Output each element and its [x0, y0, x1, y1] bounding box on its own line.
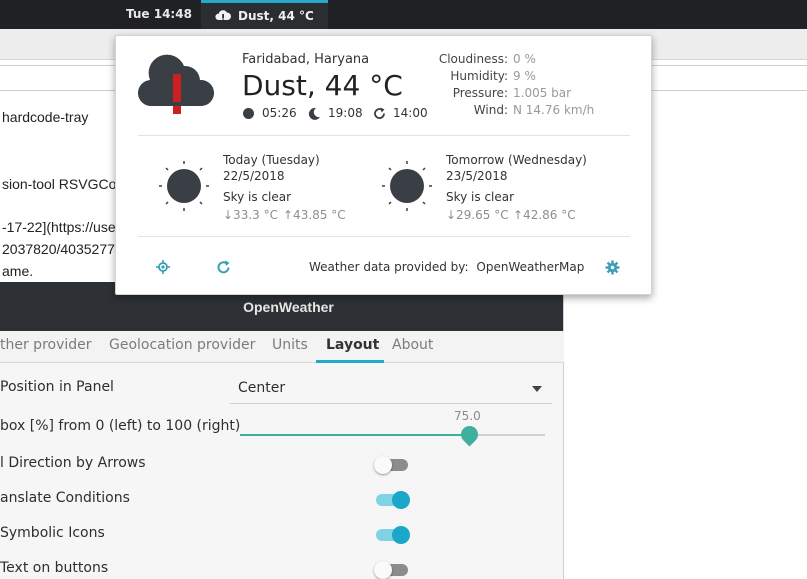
wind-label: Wind: [473, 103, 508, 117]
sunrise-time: 05:26 [262, 106, 297, 120]
forecast-date: 22/5/2018 [223, 169, 285, 183]
humidity-value: 9 % [513, 69, 536, 83]
translate-conditions-toggle[interactable] [376, 491, 410, 509]
preferences-window: OpenWeather ther provider Geolocation pr… [0, 282, 564, 579]
direction-arrows-toggle[interactable] [374, 456, 408, 474]
tab-units[interactable]: Units [272, 337, 308, 353]
symbolic-icons-label: Symbolic Icons [0, 525, 105, 541]
position-percent-label: box [%] from 0 (left) to 100 (right) [0, 418, 241, 434]
cloud-alert-icon [138, 54, 214, 114]
background-text-line: ame. [2, 263, 34, 279]
panel-weather-indicator[interactable]: Dust, 44 °C [201, 0, 328, 29]
weather-popup: Faridabad, Haryana Dust, 44 °C 05:26 19:… [115, 35, 652, 295]
toggle-knob [392, 526, 410, 544]
clear-sky-icon [159, 161, 209, 211]
attribution-label: Weather data provided by: [309, 260, 469, 274]
preferences-tab-bar: ther provider Geolocation provider Units… [0, 331, 564, 363]
locations-button[interactable] [154, 258, 172, 276]
text-on-buttons-toggle[interactable] [374, 561, 408, 579]
clear-sky-icon [382, 161, 432, 211]
position-in-panel-label: Position in Panel [0, 379, 114, 395]
tab-layout[interactable]: Layout [326, 337, 379, 353]
divider [138, 135, 630, 136]
position-slider[interactable] [240, 422, 545, 447]
provider-link[interactable]: OpenWeatherMap [476, 260, 584, 274]
tab-weather-provider[interactable]: ther provider [0, 337, 92, 353]
tab-about[interactable]: About [392, 337, 433, 353]
forecast-low: ↓29.65 °C [446, 208, 509, 222]
slider-value-label: 75.0 [454, 409, 481, 423]
background-text-line: 2037820/40352774 [2, 241, 123, 257]
reload-button[interactable] [214, 258, 232, 276]
wind-value: N 14.76 km/h [513, 103, 595, 117]
sunrise-icon [242, 107, 255, 120]
forecast-day: Today (Tuesday) [223, 153, 320, 167]
forecast-date: 23/5/2018 [446, 169, 508, 183]
top-panel: Tue 14:48 Dust, 44 °C [0, 0, 807, 29]
attribution: Weather data provided by: OpenWeatherMap [309, 260, 584, 274]
cloud-alert-icon [215, 10, 231, 22]
background-text-line: hardcode-tray [2, 109, 89, 125]
forecast-day: Tomorrow (Wednesday) [446, 153, 587, 167]
slider-handle[interactable] [457, 422, 482, 447]
position-in-panel-value: Center [238, 380, 286, 396]
panel-weather-label: Dust, 44 °C [238, 9, 314, 23]
pressure-value: 1.005 bar [513, 86, 572, 100]
slider-fill [240, 434, 469, 436]
chevron-down-icon [532, 386, 542, 392]
direction-arrows-label: l Direction by Arrows [0, 455, 146, 471]
forecast-condition: Sky is clear [223, 190, 292, 204]
position-in-panel-select[interactable]: Center [230, 374, 552, 404]
active-tab-indicator [316, 360, 384, 363]
sunrise-item: 05:26 [242, 106, 297, 120]
symbolic-icons-toggle[interactable] [376, 526, 410, 544]
cloudiness-label: Cloudiness: [438, 52, 508, 66]
forecast-low: ↓33.3 °C [223, 208, 278, 222]
preferences-title: OpenWeather [243, 298, 334, 315]
sunset-time: 19:08 [328, 106, 363, 120]
toggle-knob [392, 491, 410, 509]
cloudiness-value: 0 % [513, 52, 536, 66]
moon-icon [308, 107, 321, 120]
current-summary: Dust, 44 °C [242, 69, 403, 102]
background-text-line: -17-22](https://use [2, 219, 116, 235]
forecast-high: ↑42.86 °C [513, 208, 576, 222]
refresh-icon [373, 107, 386, 120]
gear-icon [605, 260, 619, 274]
text-on-buttons-label: Text on buttons [0, 560, 109, 576]
divider [138, 236, 630, 237]
translate-conditions-label: anslate Conditions [0, 490, 130, 506]
background-text-line: sion-tool RSVGCon [2, 176, 125, 192]
clock[interactable]: Tue 14:48 [126, 7, 192, 21]
pressure-label: Pressure: [452, 86, 508, 100]
forecast-high: ↑43.85 °C [283, 208, 346, 222]
crosshair-icon [156, 260, 170, 274]
refresh-icon [217, 260, 229, 273]
location-label: Faridabad, Haryana [242, 52, 370, 67]
humidity-label: Humidity: [450, 69, 508, 83]
settings-button[interactable] [603, 258, 621, 276]
sunset-item: 19:08 [308, 106, 363, 120]
forecast-condition: Sky is clear [446, 190, 515, 204]
toggle-knob [374, 561, 392, 579]
tab-geolocation-provider[interactable]: Geolocation provider [109, 337, 255, 353]
toggle-knob [374, 456, 392, 474]
